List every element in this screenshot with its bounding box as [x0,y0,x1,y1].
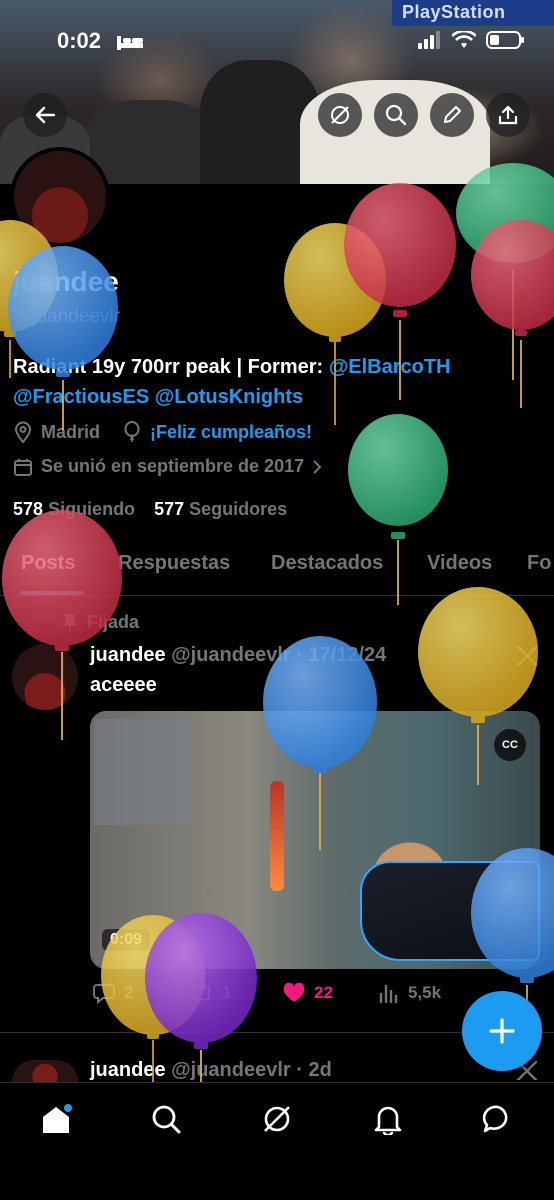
playstation-sign: PlayStation [392,0,554,26]
post-header: juandee @juandeevlr · 2d [90,1059,332,1082]
post-video[interactable]: 0:09 CC [90,711,540,969]
balloon-green [456,163,554,380]
nav-home[interactable] [36,1099,76,1139]
location-pin-icon [14,421,32,443]
views-button[interactable]: 5,5k [378,982,441,1004]
profile-handle: @juandeevlr [13,306,120,327]
profile-bio: Radiant 19y 700rr peak | Former: @ElBarc… [13,352,533,412]
grok-icon [331,106,349,124]
like-count: 22 [314,983,333,1002]
like-button[interactable]: 22 [282,982,333,1004]
profile-meta-location-row: Madrid ¡Feliz cumpleaños! [13,421,312,443]
profile-location: Madrid [41,421,101,442]
arrow-left-icon [35,106,56,124]
bio-mention-fractious[interactable]: @FractiousES [13,386,149,408]
video-weapon [360,861,540,961]
bottom-navigation [0,1082,554,1200]
video-flame [270,781,284,891]
tab-destacados[interactable]: Destacados [271,552,383,575]
video-timestamp: 0:09 [102,929,151,951]
nav-messages[interactable] [478,1099,518,1139]
profile-display-name: juandee [13,266,119,297]
followers-link[interactable]: 577 Seguidores [154,499,301,519]
profile-joined: Se unió en septiembre de 2017 [41,456,305,476]
tab-respuestas[interactable]: Respuestas [118,552,230,575]
profile-tabs: Posts Respuestas Destacados Videos Fo [0,540,554,596]
balloon-outline-icon [124,421,140,442]
captions-button[interactable]: CC [494,729,526,761]
post-avatar[interactable] [12,1060,78,1082]
game-minimap [94,719,190,825]
pin-icon [62,613,78,632]
x-logo-icon[interactable] [516,645,538,667]
follow-counts: 578 Siguiendo 577 Seguidores [13,499,301,520]
share-icon [498,105,518,125]
bell-icon [374,1106,402,1135]
plus-icon [489,1018,515,1044]
signal-icon [418,31,440,49]
post-handle-date: @juandeevlr · 17/12/24 [171,644,387,666]
search-icon [152,1105,181,1134]
following-link[interactable]: 578 Siguiendo [13,499,149,519]
profile-birthday[interactable]: ¡Feliz cumpleaños! [150,422,312,443]
post-avatar[interactable] [12,644,78,710]
post-text: aceeee [90,674,157,696]
battery-icon [486,31,524,49]
status-time: 0:02 [57,28,102,53]
views-icon [379,984,398,1004]
bio-mention-lotus[interactable]: @LotusKnights [155,386,303,408]
repost-icon [192,982,210,1004]
pinned-indicator: Fijada [61,612,139,633]
repost-count: 1 [222,983,232,1002]
search-button[interactable] [374,93,418,137]
home-icon [43,1102,73,1133]
views-count: 5,5k [408,983,442,1002]
nav-search[interactable] [146,1099,186,1139]
grok-icon [264,1106,290,1132]
bio-text: Radiant 19y 700rr peak | Former: [13,356,329,378]
tab-videos[interactable]: Videos [427,552,492,575]
active-tab-indicator [20,591,84,595]
post-handle-date: @juandeevlr · 2d [171,1059,332,1081]
calendar-icon [14,458,32,476]
reply-count: 2 [124,983,134,1002]
nav-grok[interactable] [257,1099,297,1139]
banner-person [85,100,215,184]
profile-avatar[interactable] [10,147,110,247]
compose-post-button[interactable] [462,991,542,1071]
followers-label: Seguidores [189,499,288,519]
tab-posts[interactable]: Posts [21,552,75,575]
share-button[interactable] [486,93,530,137]
heart-icon [283,982,305,1002]
post-author-name[interactable]: juandee [90,644,166,666]
grok-button[interactable] [318,93,362,137]
messages-icon [482,1105,508,1133]
following-label: Siguiendo [48,499,136,519]
profile-meta-joined-row[interactable]: Se unió en septiembre de 2017 [13,456,322,477]
followers-count: 577 [154,499,185,519]
status-bar: 0:02 [0,24,554,58]
reply-button[interactable]: 2 [92,982,133,1004]
post-header: juandee @juandeevlr · 17/12/24 [90,644,386,667]
chevron-right-icon [313,459,322,474]
pinned-label: Fijada [87,612,140,632]
repost-button[interactable]: 1 [188,982,231,1004]
reply-icon [93,984,115,1004]
bio-mention-elbarco[interactable]: @ElBarcoTH [329,356,451,378]
sleep-bed-icon [117,36,143,50]
post-author-name[interactable]: juandee [90,1059,166,1081]
back-button[interactable] [23,93,67,137]
wifi-icon [452,31,476,48]
pencil-icon [444,106,461,123]
nav-notifications[interactable] [368,1099,408,1139]
tab-more[interactable]: Fo [527,552,551,575]
edit-button[interactable] [430,93,474,137]
search-icon [385,104,407,126]
following-count: 578 [13,499,44,519]
